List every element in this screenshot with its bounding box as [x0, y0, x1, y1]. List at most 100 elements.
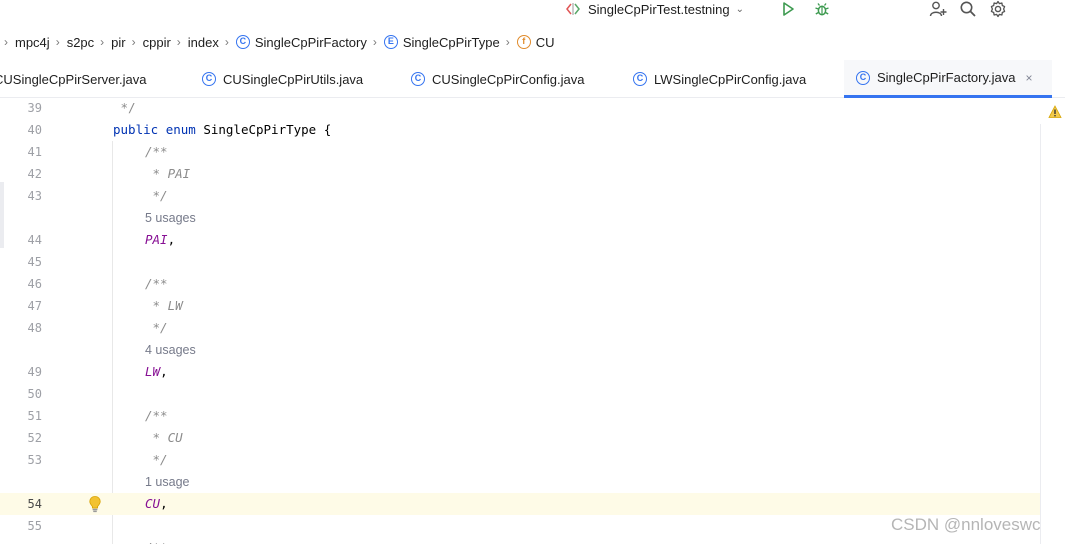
usages-count[interactable]: 4 usages	[145, 339, 196, 361]
main-toolbar: SingleCpPirTest.testning ⌄	[0, 0, 1065, 20]
line-number: 42	[27, 167, 42, 181]
tab-cusinglecppirserver[interactable]: CUSingleCpPirServer.java	[0, 60, 190, 98]
line-number: 44	[27, 233, 42, 247]
enum-icon: E	[383, 35, 398, 49]
code-line: 53 */	[0, 449, 1040, 471]
add-user-icon[interactable]	[928, 0, 948, 18]
right-margin-guide	[1040, 124, 1041, 544]
run-configuration-label: SingleCpPirTest.testning	[588, 1, 730, 17]
breadcrumb-item-cppir[interactable]: cppir	[143, 35, 171, 50]
class-icon: C	[202, 72, 216, 86]
breadcrumb-item-s2pc[interactable]: s2pc	[67, 35, 94, 50]
comment: /**	[145, 408, 168, 423]
comment: */	[145, 452, 168, 467]
line-number: 41	[27, 145, 42, 159]
comment: */	[145, 188, 168, 203]
line-number: 40	[27, 123, 42, 137]
line-number: 39	[27, 101, 42, 115]
chevron-right-icon: ›	[55, 35, 60, 49]
usages-count[interactable]: 1 usage	[145, 471, 189, 493]
breadcrumb-item-factory[interactable]: C SingleCpPirFactory	[235, 35, 367, 50]
field-icon: f	[516, 35, 531, 49]
usages-hint[interactable]: 4 usages	[0, 339, 1040, 361]
editor-tab-bar: CUSingleCpPirServer.java C CUSingleCpPir…	[0, 60, 1065, 98]
breadcrumb-item-pir[interactable]: pir	[111, 35, 125, 50]
line-number: 54	[27, 497, 42, 511]
keyword: public	[113, 122, 159, 137]
code-text: LW,	[145, 361, 168, 383]
usages-hint[interactable]: 5 usages	[0, 207, 1040, 229]
tab-lwsinglecppirconfig[interactable]: C LWSingleCpPirConfig.java	[633, 60, 806, 98]
code-text: public enum SingleCpPirType {	[113, 119, 331, 141]
chevron-right-icon: ›	[224, 35, 229, 49]
comment: /**	[145, 144, 168, 159]
chevron-right-icon: ›	[131, 35, 136, 49]
comment: */	[145, 320, 168, 335]
enum-constant: LW	[145, 364, 161, 379]
comment: * LW	[145, 298, 183, 313]
tab-cusinglecppirconfig[interactable]: C CUSingleCpPirConfig.java	[411, 60, 584, 98]
line-number: 49	[27, 365, 42, 379]
tab-label: CUSingleCpPirUtils.java	[223, 71, 364, 87]
tab-singlecppirfactory[interactable]: C SingleCpPirFactory.java ×	[844, 60, 1052, 98]
code-line-current: 54 CU,	[0, 493, 1040, 515]
enum-constant: CU	[145, 496, 161, 511]
warning-icon[interactable]	[1048, 105, 1062, 119]
code-line: 51 /**	[0, 405, 1040, 427]
line-number: 50	[27, 387, 42, 401]
lightbulb-icon[interactable]	[88, 495, 102, 513]
class-icon: C	[235, 35, 250, 49]
code-text: CU,	[145, 493, 168, 515]
code-line: 48 */	[0, 317, 1040, 339]
chevron-right-icon: ›	[176, 35, 181, 49]
class-icon: C	[633, 72, 647, 86]
chevron-right-icon: ›	[505, 35, 510, 49]
code-line: 43 */	[0, 185, 1040, 207]
code-line: 42 * PAI	[0, 163, 1040, 185]
line-number: 47	[27, 299, 42, 313]
code-line: 44 PAI,	[0, 229, 1040, 251]
chevron-right-icon: ›	[100, 35, 105, 49]
breadcrumb-item-index[interactable]: index	[188, 35, 219, 50]
code-line: 47 * LW	[0, 295, 1040, 317]
code-text: PAI,	[145, 229, 175, 251]
punctuation: ,	[160, 496, 168, 511]
gear-icon[interactable]	[988, 0, 1008, 18]
breadcrumb-item-type[interactable]: E SingleCpPirType	[383, 34, 500, 50]
breadcrumb-label: SingleCpPirType	[402, 34, 500, 50]
run-icon[interactable]	[778, 0, 798, 18]
code-editor[interactable]: 39 */ 40 public enum SingleCpPirType { 4…	[0, 99, 1065, 544]
keyword: enum	[165, 122, 196, 137]
tab-cusinglecppirutils[interactable]: C CUSingleCpPirUtils.java	[202, 60, 363, 98]
comment: * PAI	[145, 166, 191, 181]
class-icon: C	[411, 72, 425, 86]
punctuation: ,	[160, 364, 168, 379]
close-icon[interactable]: ×	[1025, 71, 1032, 85]
code-line: 45	[0, 251, 1040, 273]
code-line: 50	[0, 383, 1040, 405]
breadcrumb-item-mpc4j[interactable]: mpc4j	[15, 35, 50, 50]
usages-hint[interactable]: 1 usage	[0, 471, 1040, 493]
chevron-right-icon: ›	[4, 35, 8, 49]
code-line: 49 LW,	[0, 361, 1040, 383]
comment: * CU	[145, 430, 183, 445]
tab-label: SingleCpPirFactory.java	[877, 70, 1016, 85]
breadcrumb-label: CU	[535, 34, 555, 50]
line-number: 45	[27, 255, 42, 269]
line-number: 46	[27, 277, 42, 291]
line-number: 48	[27, 321, 42, 335]
usages-count[interactable]: 5 usages	[145, 207, 196, 229]
run-configuration-selector[interactable]: SingleCpPirTest.testning ⌄	[566, 0, 744, 18]
class-icon: C	[856, 70, 870, 85]
tab-label: CUSingleCpPirConfig.java	[432, 71, 585, 87]
code-text: */	[113, 100, 136, 115]
breadcrumb-item-cu[interactable]: f CU	[516, 34, 555, 50]
search-icon[interactable]	[958, 0, 978, 18]
comment: /**	[145, 276, 168, 291]
comment: /**	[145, 537, 168, 544]
code-line: 55	[0, 515, 1040, 537]
debug-icon[interactable]	[812, 0, 832, 18]
line-number: 52	[27, 431, 42, 445]
enum-declaration: SingleCpPirType {	[195, 122, 332, 137]
breadcrumb: › mpc4j › s2pc › pir › cppir › index › C…	[0, 30, 1065, 54]
